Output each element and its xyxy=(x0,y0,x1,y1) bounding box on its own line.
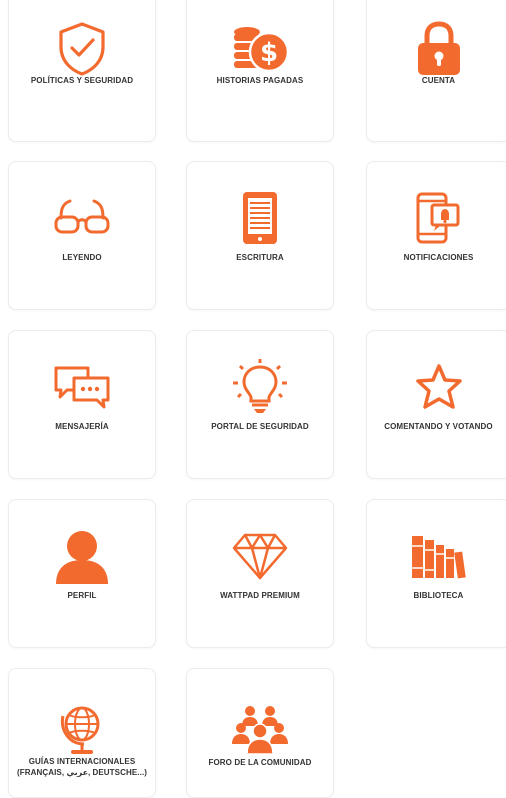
phone-notification-icon xyxy=(407,186,471,250)
card-portal-de-seguridad[interactable]: PORTAL DE SEGURIDAD xyxy=(186,330,334,479)
card-label: BIBLIOTECA xyxy=(413,591,464,600)
card-label: COMENTANDO Y VOTANDO xyxy=(384,422,493,431)
card-biblioteca[interactable]: BIBLIOTECA xyxy=(366,499,506,648)
card-label: LEYENDO xyxy=(62,253,102,262)
card-label: HISTORIAS PAGADAS xyxy=(216,76,304,85)
chat-bubbles-icon xyxy=(50,355,114,419)
card-label: PERFIL xyxy=(67,591,97,600)
card-politicas-y-seguridad[interactable]: POLÍTICAS Y SEGURIDAD xyxy=(8,0,156,142)
books-icon xyxy=(407,524,471,588)
globe-icon xyxy=(50,697,114,761)
card-notificaciones[interactable]: NOTIFICACIONES xyxy=(366,161,506,310)
card-label: ESCRITURA xyxy=(236,253,284,262)
card-cuenta[interactable]: CUENTA xyxy=(366,0,506,142)
card-perfil[interactable]: PERFIL xyxy=(8,499,156,648)
card-label: NOTIFICACIONES xyxy=(403,253,474,262)
card-label: POLÍTICAS Y SEGURIDAD xyxy=(30,76,134,85)
card-wattpad-premium[interactable]: WATTPAD PREMIUM xyxy=(186,499,334,648)
card-label: WATTPAD PREMIUM xyxy=(220,591,300,600)
card-label: PORTAL DE SEGURIDAD xyxy=(211,422,309,431)
card-label: CUENTA xyxy=(421,76,456,85)
card-label: GUÍAS INTERNACIONALES (FRANÇAIS, عربي, D… xyxy=(13,756,151,778)
card-label-line-2: (FRANÇAIS, عربي, DEUTSCHE...) xyxy=(16,768,148,777)
glasses-icon xyxy=(50,186,114,250)
lightbulb-icon xyxy=(228,355,292,419)
user-icon xyxy=(50,524,114,588)
card-label: FORO DE LA COMUNIDAD xyxy=(208,758,312,767)
card-escritura[interactable]: ESCRITURA xyxy=(186,161,334,310)
svg-text:$: $ xyxy=(260,38,278,68)
card-historias-pagadas[interactable]: $ HISTORIAS PAGADAS xyxy=(186,0,334,142)
diamond-icon xyxy=(228,524,292,588)
card-guias-internacionales[interactable]: GUÍAS INTERNACIONALES (FRANÇAIS, عربي, D… xyxy=(8,668,156,798)
card-label-line-1: GUÍAS INTERNACIONALES xyxy=(28,757,136,766)
shield-check-icon xyxy=(50,17,114,81)
card-mensajeria[interactable]: MENSAJERÍA xyxy=(8,330,156,479)
card-comentando-y-votando[interactable]: COMENTANDO Y VOTANDO xyxy=(366,330,506,479)
card-leyendo[interactable]: LEYENDO xyxy=(8,161,156,310)
card-foro-de-la-comunidad[interactable]: FORO DE LA COMUNIDAD xyxy=(186,668,334,798)
card-label: MENSAJERÍA xyxy=(55,422,109,431)
community-group-icon xyxy=(228,697,292,761)
lock-icon xyxy=(407,17,471,81)
coins-dollar-icon: $ xyxy=(228,17,292,81)
star-icon xyxy=(407,355,471,419)
tablet-writing-icon xyxy=(228,186,292,250)
